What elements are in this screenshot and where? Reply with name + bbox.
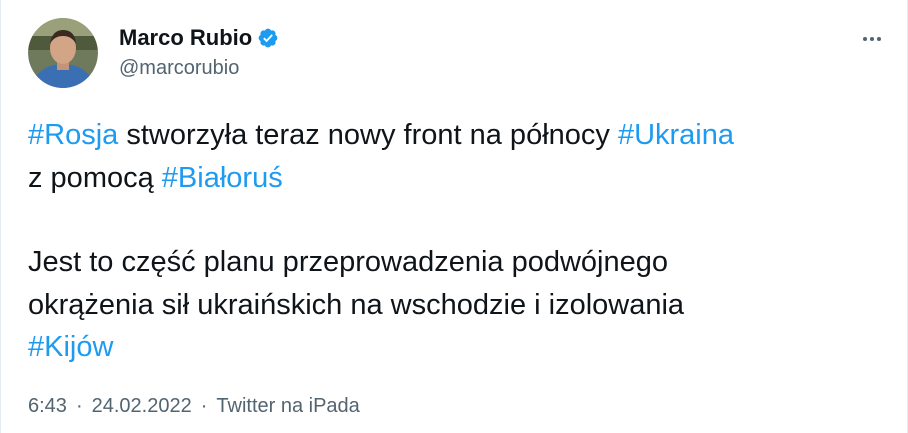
author-name[interactable]: Marco Rubio xyxy=(119,24,252,52)
separator-dot: · xyxy=(75,395,83,417)
hashtag-link[interactable]: #Ukraina xyxy=(618,119,734,151)
tweet-text-span: z pomocą xyxy=(28,161,162,194)
tweet-text-span: okrążenia sił ukraińskich na wschodzie i… xyxy=(28,288,685,321)
tweet-meta: 6:43 · 24.02.2022 · Twitter na iPada xyxy=(28,393,360,419)
tweet-text: #Rosja stworzyła teraz nowy front na pół… xyxy=(28,114,888,369)
hashtag-link[interactable]: #Białoruś xyxy=(162,162,283,194)
avatar[interactable] xyxy=(28,18,98,88)
hashtag-link[interactable]: #Rosja xyxy=(28,119,118,151)
tweet-card: Marco Rubio @marcorubio #Rosja stworzyła… xyxy=(0,0,908,433)
tweet-text-span: Jest to część planu przeprowadzenia podw… xyxy=(28,246,669,278)
tweet-time[interactable]: 6:43 xyxy=(28,395,67,417)
more-options-button[interactable] xyxy=(857,24,887,54)
more-dots-icon xyxy=(863,37,881,41)
separator-dot: · xyxy=(200,395,208,417)
verified-badge-icon xyxy=(257,27,279,49)
tweet-date[interactable]: 24.02.2022 xyxy=(92,395,192,417)
tweet-source-link[interactable]: Twitter na iPada xyxy=(216,395,359,417)
tweet-paragraph-2: Jest to część planu przeprowadzenia podw… xyxy=(28,241,888,369)
author-handle[interactable]: @marcorubio xyxy=(119,56,239,80)
tweet-paragraph-1: #Rosja stworzyła teraz nowy front na pół… xyxy=(28,114,888,199)
avatar-photo-icon xyxy=(28,18,98,88)
tweet-text-span: stworzyła teraz nowy front na północy xyxy=(118,119,618,151)
hashtag-link[interactable]: #Kijów xyxy=(28,331,113,363)
author-name-row[interactable]: Marco Rubio xyxy=(119,24,279,52)
